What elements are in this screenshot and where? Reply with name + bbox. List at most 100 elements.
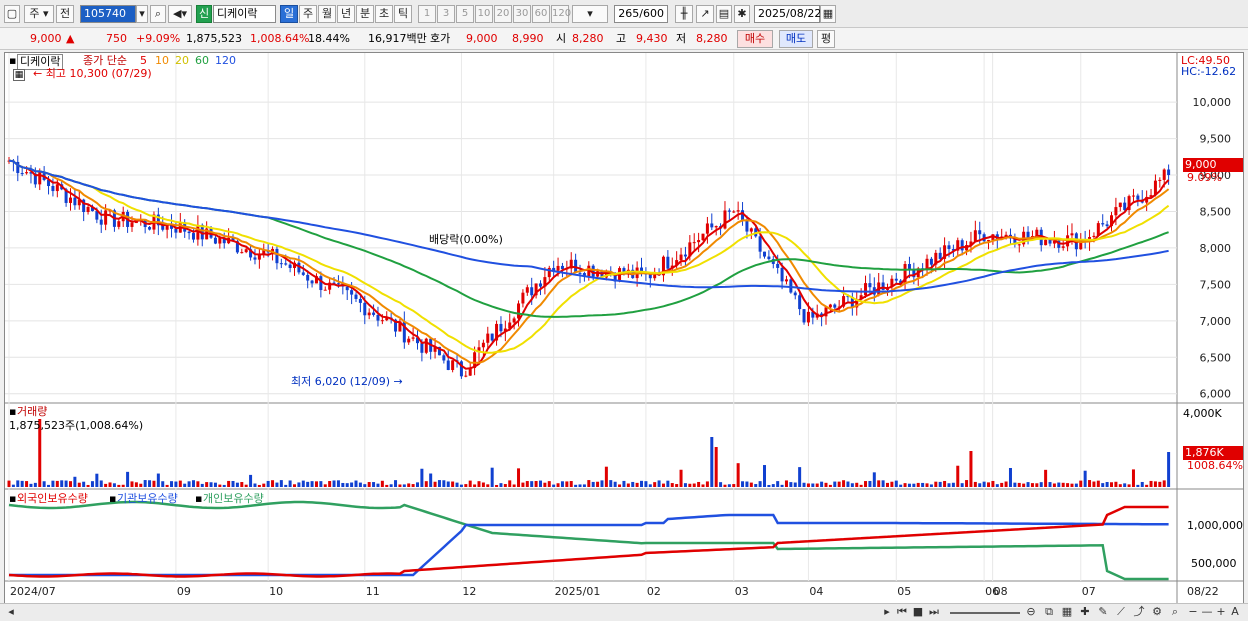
text-tool-icon[interactable]: A <box>1228 605 1242 619</box>
window-icon[interactable]: ▢ <box>4 5 20 23</box>
panel-handle-icon[interactable]: ▪ <box>9 405 16 419</box>
candle-body <box>350 290 354 295</box>
volume-panel-title[interactable]: 거래량 <box>17 405 47 419</box>
zoom-out-icon[interactable]: ⊖ <box>1024 605 1038 619</box>
prev-button[interactable]: 전 <box>56 5 74 23</box>
volume-bar <box>376 483 380 487</box>
volume-bar <box>446 481 450 487</box>
chart-canvas[interactable]: 10,000 9,500 9,000 8,500 8,000 7,500 7,000 6,50… <box>5 53 1243 604</box>
volume-bar <box>1140 481 1144 487</box>
candle-body <box>1044 239 1048 246</box>
chevron-down-icon[interactable]: ▾ <box>136 5 148 23</box>
dash-icon[interactable]: — <box>1200 605 1214 619</box>
volume-bar <box>1118 484 1122 487</box>
ruler-icon[interactable]: ⟋ <box>1114 605 1128 619</box>
volume-tag-pct: 1008.64% <box>1187 459 1243 472</box>
interval-dropdown[interactable]: ▾ <box>572 5 608 23</box>
settings-icon[interactable]: ⚙ <box>1150 605 1164 619</box>
candle-body <box>1131 195 1135 197</box>
volume-bar <box>907 483 911 487</box>
stock-code-input[interactable]: 105740 <box>80 5 136 23</box>
step-forward-icon[interactable]: ⏭ <box>927 605 941 619</box>
ma10-label: 10 <box>155 54 169 67</box>
tab-period-2[interactable]: 월 <box>318 5 336 23</box>
candle-body <box>763 251 767 257</box>
candle-body <box>1167 169 1171 176</box>
interval-button-20[interactable]: 20 <box>494 5 512 23</box>
stock-name-field[interactable]: 디케이락 <box>213 5 276 23</box>
crosshair-icon[interactable]: ✚ <box>1078 605 1092 619</box>
volume-bar <box>363 484 367 487</box>
candle-body <box>55 184 59 192</box>
institution-legend[interactable]: 기관보유수량 <box>117 492 178 506</box>
speaker-icon[interactable]: ◀▾ <box>168 5 192 23</box>
volume-bar <box>191 480 195 487</box>
candle-body <box>745 220 749 232</box>
tab-period-3[interactable]: 년 <box>337 5 355 23</box>
panel-handle-icon[interactable]: ▪ <box>195 492 202 506</box>
panel-handle-icon[interactable]: ▪ <box>9 492 16 506</box>
stop-icon[interactable]: ■ <box>911 605 925 619</box>
line-icon[interactable]: ↗ <box>696 5 714 23</box>
chart-area[interactable]: 10,000 9,500 9,000 8,500 8,000 7,500 7,000 6,50… <box>4 52 1244 605</box>
volume-bar <box>121 484 125 487</box>
interval-button-60[interactable]: 60 <box>532 5 550 23</box>
zoom-slider[interactable] <box>950 612 1020 614</box>
candle-body <box>20 173 24 175</box>
sell-button[interactable]: 매도 <box>779 30 813 48</box>
tab-period-4[interactable]: 분 <box>356 5 374 23</box>
pen-icon[interactable]: ✎ <box>1096 605 1110 619</box>
tab-period-5[interactable]: 초 <box>375 5 393 23</box>
tab-period-0[interactable]: 일 <box>280 5 298 23</box>
tab-period-1[interactable]: 주 <box>299 5 317 23</box>
grid-icon[interactable]: ▦ <box>1060 605 1074 619</box>
volume-bar <box>323 484 327 487</box>
tab-period-6[interactable]: 틱 <box>394 5 412 23</box>
eval-button[interactable]: 평 <box>817 30 835 48</box>
foreign-legend[interactable]: 외국인보유수량 <box>17 492 88 506</box>
volume-bar <box>982 481 986 487</box>
interval-button-30[interactable]: 30 <box>513 5 531 23</box>
candle-body <box>714 226 718 228</box>
volume-bar <box>670 483 674 487</box>
chart-line-icon[interactable]: ⤴ <box>1132 605 1146 619</box>
period-unit-select[interactable]: 주 ▾ <box>24 5 54 23</box>
interval-button-10[interactable]: 10 <box>475 5 493 23</box>
date-field[interactable]: 2025/08/22 <box>754 5 821 23</box>
volume-bar <box>468 480 472 487</box>
scroll-right-icon[interactable]: ▸ <box>880 605 894 619</box>
search-icon[interactable]: ⌕ <box>150 5 166 23</box>
minus-icon[interactable]: − <box>1186 605 1200 619</box>
scroll-left-icon[interactable]: ◂ <box>4 605 18 619</box>
buy-button[interactable]: 매수 <box>737 30 773 48</box>
gear-icon[interactable]: ✱ <box>734 5 750 23</box>
step-back-icon[interactable]: ⏮ <box>895 605 909 619</box>
volume-bar <box>776 481 780 487</box>
volume-bar <box>736 463 740 487</box>
interval-button-5[interactable]: 5 <box>456 5 474 23</box>
candle-icon[interactable]: ╫ <box>675 5 693 23</box>
table-icon[interactable]: ▦ <box>13 69 25 81</box>
magnify-icon[interactable]: ⌕ <box>1168 605 1182 619</box>
dividend-marker: 배당락(0.00%) <box>429 233 503 246</box>
interval-button-3[interactable]: 3 <box>437 5 455 23</box>
panel-handle-icon[interactable]: ▪ <box>9 54 16 68</box>
x-tick-label: 03 <box>735 585 749 598</box>
individual-legend[interactable]: 개인보유수량 <box>203 492 264 506</box>
calendar-icon[interactable]: ▦ <box>820 5 836 23</box>
volume-bar <box>20 480 24 487</box>
interval-button-1[interactable]: 1 <box>418 5 436 23</box>
volume-bar <box>1127 484 1131 487</box>
volume-bar <box>1114 481 1118 487</box>
volume-bar <box>600 480 604 487</box>
copy-icon[interactable]: ⧉ <box>1042 605 1056 619</box>
interval-button-120[interactable]: 120 <box>551 5 571 23</box>
panel-handle-icon[interactable]: ▪ <box>109 492 116 506</box>
volume-bar <box>842 480 846 487</box>
volume-bar <box>521 482 525 487</box>
volume-bar <box>525 481 529 487</box>
plus-icon[interactable]: + <box>1214 605 1228 619</box>
save-icon[interactable]: ▤ <box>716 5 732 23</box>
candle-body <box>864 283 868 296</box>
count-field[interactable]: 265/600 <box>614 5 668 23</box>
